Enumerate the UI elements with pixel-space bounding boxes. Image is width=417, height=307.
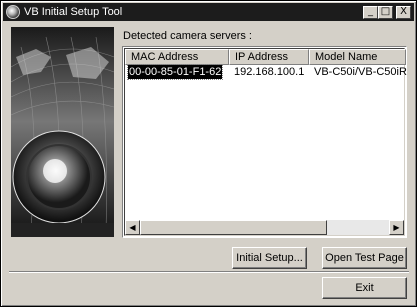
detected-servers-label: Detected camera servers : — [123, 30, 252, 42]
model-name-cell[interactable]: VB-C50i/VB-C50iR — [314, 65, 407, 79]
column-header-model[interactable]: Model Name — [309, 49, 406, 65]
horizontal-scrollbar[interactable]: ◀ ▶ — [125, 220, 404, 235]
app-window: VB Initial Setup Tool _ □ X Detected cam… — [0, 0, 417, 307]
mac-address-cell[interactable]: 00-00-85-01-F1-62 — [126, 64, 224, 80]
maximize-button[interactable]: □ — [378, 6, 393, 19]
app-icon — [6, 5, 20, 19]
camera-server-list[interactable]: MAC Address IP Address Model Name 00-00-… — [122, 46, 407, 238]
column-header-ip[interactable]: IP Address — [229, 49, 309, 65]
scroll-right-icon[interactable]: ▶ — [389, 220, 404, 235]
initial-setup-button[interactable]: Initial Setup... — [232, 247, 307, 269]
separator — [9, 271, 409, 273]
ip-address-cell[interactable]: 192.168.100.1 — [234, 65, 304, 79]
column-header-mac[interactable]: MAC Address — [125, 49, 229, 65]
exit-button[interactable]: Exit — [322, 277, 407, 299]
window-title: VB Initial Setup Tool — [24, 6, 123, 18]
globe-banner-image — [11, 27, 114, 237]
scroll-thumb[interactable] — [140, 220, 327, 235]
scroll-left-icon[interactable]: ◀ — [125, 220, 140, 235]
close-button[interactable]: X — [396, 6, 411, 19]
title-bar[interactable]: VB Initial Setup Tool _ □ X — [3, 3, 414, 21]
minimize-button[interactable]: _ — [363, 6, 378, 19]
open-test-page-button[interactable]: Open Test Page — [322, 247, 407, 269]
